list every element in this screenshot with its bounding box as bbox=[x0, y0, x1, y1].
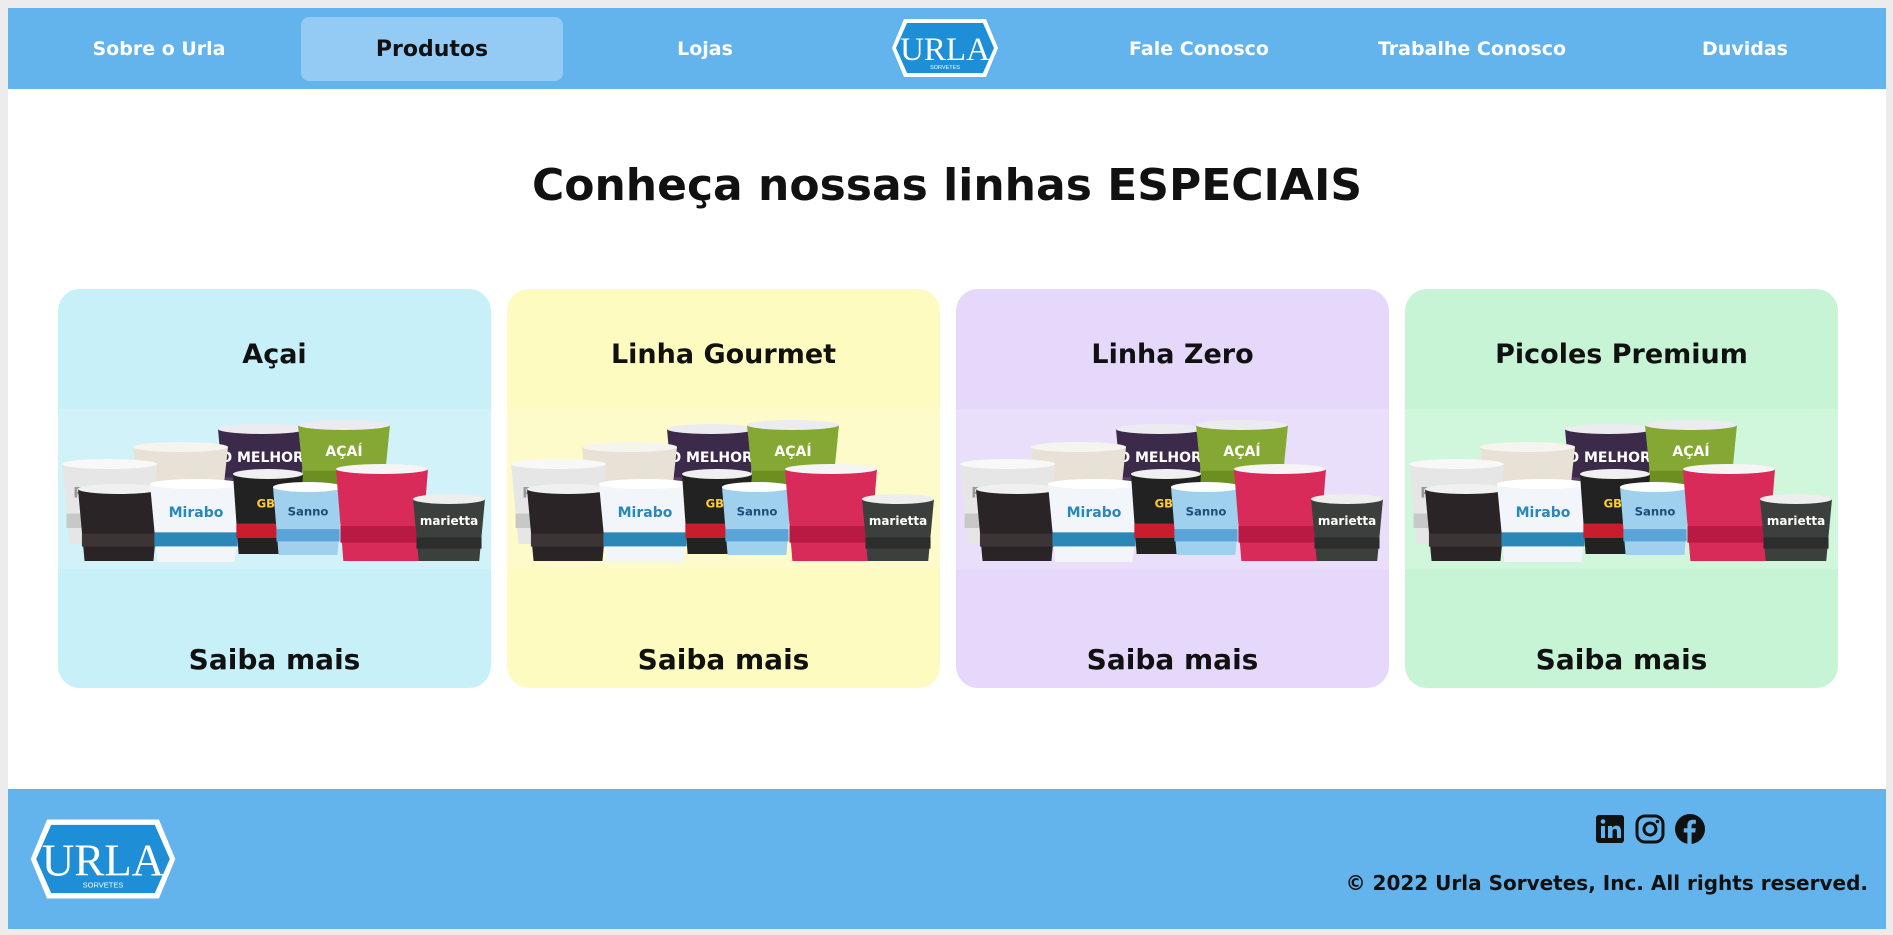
footer-logo[interactable]: URLA SORVETES bbox=[27, 814, 179, 904]
page-title: Conheça nossas linhas ESPECIAIS bbox=[531, 160, 1363, 211]
cup-5: Mirabo bbox=[599, 479, 691, 562]
cup-label: marietta bbox=[1767, 514, 1825, 528]
urla-logo-icon: URLA SORVETES bbox=[30, 819, 176, 899]
saiba-mais-link[interactable]: Saiba mais bbox=[956, 643, 1389, 676]
cup-4 bbox=[1425, 484, 1507, 561]
cup-label: O MELHOR bbox=[669, 450, 753, 466]
cup-9: marietta bbox=[1311, 494, 1383, 561]
nav-item-label: Trabalhe Conosco bbox=[1377, 38, 1567, 60]
product-cups-image: O MELHORAÇAÍPAS&CEBMiraboGBISannomariett… bbox=[507, 409, 940, 569]
product-cups-image: O MELHORAÇAÍPAS&CEBMiraboGBISannomariett… bbox=[58, 409, 491, 569]
cup-label: Sanno bbox=[737, 505, 778, 519]
cup-label: Mirabo bbox=[1516, 505, 1571, 521]
nav-logo[interactable]: URLA SORVETES bbox=[890, 15, 1000, 81]
nav-item-label: Fale Conosco bbox=[1129, 38, 1269, 60]
cup-label: marietta bbox=[869, 514, 927, 528]
card-title: Açai bbox=[242, 339, 307, 370]
cup-label: AÇAÍ bbox=[1672, 443, 1709, 460]
logo-wordmark: URLA bbox=[42, 835, 165, 885]
nav-item-label: Duvidas bbox=[1702, 38, 1788, 60]
card-picoles-premium[interactable]: Picoles Premium O MELHORAÇAÍPAS&CEBMirab… bbox=[1405, 289, 1838, 688]
cup-4 bbox=[976, 484, 1058, 561]
cup-8 bbox=[336, 464, 428, 561]
card-title: Linha Gourmet bbox=[610, 339, 837, 370]
card-title: Linha Zero bbox=[1091, 339, 1254, 370]
cup-7: Sanno bbox=[1171, 482, 1241, 555]
cup-label: Mirabo bbox=[618, 505, 673, 521]
product-cups-image: O MELHORAÇAÍPAS&CEBMiraboGBISannomariett… bbox=[956, 409, 1389, 569]
facebook-icon[interactable] bbox=[1674, 813, 1706, 845]
cup-label: Mirabo bbox=[169, 505, 224, 521]
nav-item-label: Lojas bbox=[677, 38, 733, 60]
page: Sobre o Urla Produtos Lojas URLA SORVETE… bbox=[8, 8, 1886, 929]
card-title: Picoles Premium bbox=[1495, 339, 1748, 370]
copyright-text: © 2022 Urla Sorvetes, Inc. All rights re… bbox=[1345, 871, 1868, 895]
cup-7: Sanno bbox=[722, 482, 792, 555]
product-cups-image: O MELHORAÇAÍPAS&CEBMiraboGBISannomariett… bbox=[1405, 409, 1838, 569]
nav-item-duvidas[interactable]: Duvidas bbox=[1614, 17, 1876, 81]
cup-label: Sanno bbox=[1186, 505, 1227, 519]
saiba-mais-link[interactable]: Saiba mais bbox=[507, 643, 940, 676]
instagram-icon[interactable] bbox=[1634, 813, 1666, 845]
social-links bbox=[1594, 813, 1706, 845]
card-linha-gourmet[interactable]: Linha Gourmet O MELHORAÇAÍPAS&CEBMiraboG… bbox=[507, 289, 940, 688]
cup-9: marietta bbox=[862, 494, 934, 561]
card-linha-zero[interactable]: Linha Zero O MELHORAÇAÍPAS&CEBMiraboGBIS… bbox=[956, 289, 1389, 688]
cup-label: marietta bbox=[420, 514, 478, 528]
nav-item-sobre[interactable]: Sobre o Urla bbox=[28, 17, 290, 81]
cup-5: Mirabo bbox=[150, 479, 242, 562]
cup-8 bbox=[1683, 464, 1775, 561]
footer: URLA SORVETES © 2022 Urla Sorvetes, Inc. bbox=[8, 789, 1886, 929]
cup-label: AÇAÍ bbox=[1223, 443, 1260, 460]
logo-tagline: SORVETES bbox=[930, 65, 960, 71]
cup-label: marietta bbox=[1318, 514, 1376, 528]
cup-label: Sanno bbox=[1635, 505, 1676, 519]
card-acai[interactable]: Açai O MELHORAÇAÍPAS&CEBMiraboGBISannoma… bbox=[58, 289, 491, 688]
cup-9: marietta bbox=[1760, 494, 1832, 561]
cup-7: Sanno bbox=[273, 482, 343, 555]
top-nav: Sobre o Urla Produtos Lojas URLA SORVETE… bbox=[8, 8, 1886, 89]
cup-4 bbox=[78, 484, 160, 561]
nav-item-label: Produtos bbox=[375, 36, 489, 62]
cup-8 bbox=[1234, 464, 1326, 561]
urla-logo-icon: URLA SORVETES bbox=[892, 19, 998, 77]
cup-4 bbox=[527, 484, 609, 561]
nav-item-fale[interactable]: Fale Conosco bbox=[1068, 17, 1330, 81]
cup-label: Sanno bbox=[288, 505, 329, 519]
cup-label: AÇAÍ bbox=[325, 443, 362, 460]
cup-label: AÇAÍ bbox=[774, 443, 811, 460]
cup-5: Mirabo bbox=[1497, 479, 1589, 562]
cup-label: Mirabo bbox=[1067, 505, 1122, 521]
saiba-mais-link[interactable]: Saiba mais bbox=[58, 643, 491, 676]
nav-item-lojas[interactable]: Lojas bbox=[574, 17, 836, 81]
cup-7: Sanno bbox=[1620, 482, 1690, 555]
cup-label: O MELHOR bbox=[1567, 450, 1651, 466]
saiba-mais-link[interactable]: Saiba mais bbox=[1405, 643, 1838, 676]
logo-wordmark: URLA bbox=[900, 32, 990, 68]
cup-5: Mirabo bbox=[1048, 479, 1140, 562]
cup-label: O MELHOR bbox=[220, 450, 304, 466]
nav-item-trabalhe[interactable]: Trabalhe Conosco bbox=[1341, 17, 1603, 81]
cup-label: O MELHOR bbox=[1118, 450, 1202, 466]
nav-item-produtos[interactable]: Produtos bbox=[301, 17, 563, 81]
linkedin-icon[interactable] bbox=[1594, 813, 1626, 845]
nav-item-label: Sobre o Urla bbox=[92, 38, 226, 60]
cup-9: marietta bbox=[413, 494, 485, 561]
logo-tagline: SORVETES bbox=[83, 881, 124, 890]
cup-8 bbox=[785, 464, 877, 561]
